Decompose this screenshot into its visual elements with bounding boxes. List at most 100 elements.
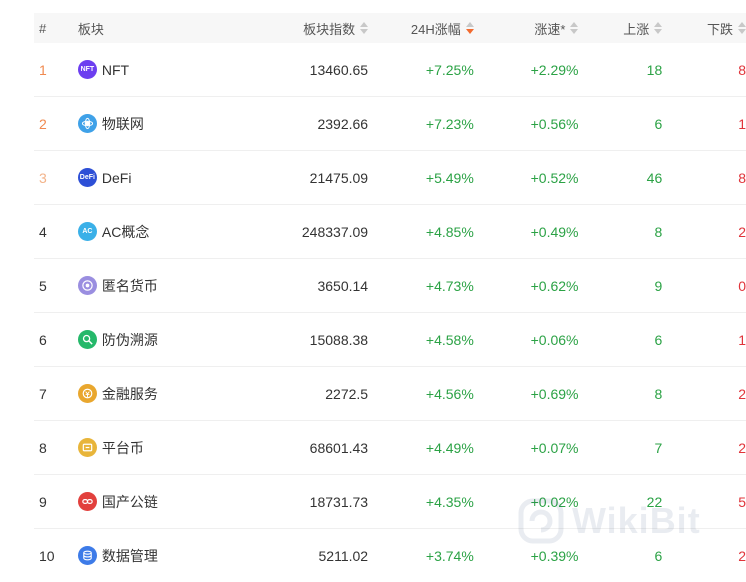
index-cell: 15088.38 <box>309 331 369 348</box>
change-cell: +4.49% <box>425 439 474 456</box>
sector-name[interactable]: 平台币 <box>102 438 144 458</box>
name-cell[interactable]: 匿名货币 <box>77 276 256 296</box>
table-row[interactable]: 6 防伪溯源 15088.38 +4.58% +0.06% 6 1 <box>34 313 746 367</box>
rank-cell: 8 <box>39 439 47 456</box>
sort-icon[interactable] <box>738 22 746 34</box>
rank-cell: 6 <box>39 331 47 348</box>
up-count-cell: 22 <box>646 493 663 510</box>
index-cell: 2392.66 <box>317 115 369 132</box>
header-speed[interactable]: 涨速* <box>474 19 579 38</box>
sort-icon[interactable] <box>654 22 663 34</box>
up-count-cell: 18 <box>646 61 663 78</box>
header-down-label: 下跌 <box>707 21 734 37</box>
change-cell: +5.49% <box>425 169 474 186</box>
icon-label: AC <box>82 228 93 235</box>
sort-icon[interactable] <box>570 22 579 34</box>
name-cell[interactable]: 金融服务 <box>77 384 256 404</box>
header-index[interactable]: 板块指数 <box>255 19 369 38</box>
down-count-cell: 2 <box>738 547 746 564</box>
down-count-cell: 8 <box>738 61 746 78</box>
change-cell: +4.73% <box>425 277 474 294</box>
table-row[interactable]: 1 NFT NFT 13460.65 +7.25% +2.29% 18 8 <box>34 43 746 97</box>
sort-icon[interactable] <box>360 22 369 34</box>
rank-cell: 4 <box>39 223 47 240</box>
name-cell[interactable]: 防伪溯源 <box>77 330 256 350</box>
change-cell: +4.58% <box>425 331 474 348</box>
table-body: 1 NFT NFT 13460.65 +7.25% +2.29% 18 8 2 物联网 2392.6… <box>34 43 746 582</box>
index-cell: 68601.43 <box>309 439 369 456</box>
table-row[interactable]: 3 DeFi DeFi 21475.09 +5.49% +0.52% 46 8 <box>34 151 746 205</box>
iot-icon <box>77 114 97 133</box>
up-count-cell: 6 <box>654 547 663 564</box>
name-cell[interactable]: DeFi DeFi <box>77 168 256 187</box>
header-down[interactable]: 下跌 <box>662 19 746 38</box>
index-cell: 3650.14 <box>317 277 369 294</box>
change-cell: +4.56% <box>425 385 474 402</box>
change-cell: +4.35% <box>425 493 474 510</box>
header-up[interactable]: 上涨 <box>578 19 663 38</box>
platform-coin-icon <box>77 438 97 457</box>
sector-table: # 板块 板块指数 24H涨幅 涨速* 上涨 下跌 1 NFT NFT 13460.6… <box>34 13 746 582</box>
sort-desc-active-icon[interactable] <box>465 22 474 34</box>
rank-cell: 5 <box>39 277 47 294</box>
header-rank: # <box>39 20 47 36</box>
up-count-cell: 6 <box>654 331 663 348</box>
table-row[interactable]: 8 平台币 68601.43 +4.49% +0.07% 7 2 <box>34 421 746 475</box>
sector-name[interactable]: 数据管理 <box>102 546 158 566</box>
sector-name[interactable]: 金融服务 <box>102 384 158 404</box>
table-row[interactable]: 2 物联网 2392.66 +7.23% +0.56% 6 1 <box>34 97 746 151</box>
down-count-cell: 1 <box>738 331 746 348</box>
index-cell: 18731.73 <box>309 493 369 510</box>
header-change[interactable]: 24H涨幅 <box>368 19 474 38</box>
sector-name[interactable]: AC概念 <box>102 222 149 242</box>
up-count-cell: 7 <box>654 439 663 456</box>
index-cell: 5211.02 <box>318 547 369 564</box>
table-row[interactable]: 7 金融服务 2272.5 +4.56% +0.69% 8 2 <box>34 367 746 421</box>
sector-name[interactable]: 匿名货币 <box>102 276 158 296</box>
change-cell: +4.85% <box>425 223 474 240</box>
speed-cell: +0.52% <box>530 169 579 186</box>
up-count-cell: 46 <box>646 169 663 186</box>
sector-name[interactable]: 国产公链 <box>102 492 158 512</box>
speed-cell: +0.69% <box>530 385 579 402</box>
finance-icon <box>77 384 97 403</box>
name-cell[interactable]: NFT NFT <box>77 60 256 79</box>
down-count-cell: 1 <box>738 115 746 132</box>
sector-name[interactable]: 物联网 <box>102 114 144 134</box>
speed-cell: +0.39% <box>530 547 579 564</box>
change-cell: +3.74% <box>425 547 474 564</box>
table-row[interactable]: 4 AC AC概念 248337.09 +4.85% +0.49% 8 2 <box>34 205 746 259</box>
down-count-cell: 0 <box>738 277 746 294</box>
up-count-cell: 8 <box>654 223 663 240</box>
up-count-cell: 6 <box>654 115 663 132</box>
change-cell: +7.25% <box>425 61 474 78</box>
data-management-icon <box>77 546 97 565</box>
down-count-cell: 8 <box>738 169 746 186</box>
header-change-label: 24H涨幅 <box>410 21 461 37</box>
name-cell[interactable]: 物联网 <box>77 114 256 134</box>
header-index-label: 板块指数 <box>303 21 356 37</box>
ac-icon: AC <box>77 222 97 241</box>
table-row[interactable]: 10 数据管理 5211.02 +3.74% +0.39% 6 2 <box>34 529 746 582</box>
name-cell[interactable]: 数据管理 <box>77 546 256 566</box>
change-cell: +7.23% <box>425 115 474 132</box>
speed-cell: +0.49% <box>530 223 579 240</box>
table-row[interactable]: 5 匿名货币 3650.14 +4.73% +0.62% 9 0 <box>34 259 746 313</box>
sector-name[interactable]: DeFi <box>102 170 132 186</box>
name-cell[interactable]: 国产公链 <box>77 492 256 512</box>
header-speed-label: 涨速* <box>534 21 566 37</box>
table-header: # 板块 板块指数 24H涨幅 涨速* 上涨 下跌 <box>34 13 746 43</box>
nft-icon: NFT <box>77 60 97 79</box>
sector-name[interactable]: 防伪溯源 <box>102 330 158 350</box>
rank-cell: 7 <box>39 385 47 402</box>
down-count-cell: 5 <box>738 493 746 510</box>
rank-cell: 1 <box>39 61 47 78</box>
name-cell[interactable]: AC AC概念 <box>77 222 256 242</box>
speed-cell: +2.29% <box>530 61 579 78</box>
sector-name[interactable]: NFT <box>102 62 129 78</box>
table-row[interactable]: 9 国产公链 18731.73 +4.35% +0.02% 22 5 <box>34 475 746 529</box>
rank-cell: 2 <box>39 115 47 132</box>
up-count-cell: 8 <box>654 385 663 402</box>
rank-cell: 3 <box>39 169 47 186</box>
name-cell[interactable]: 平台币 <box>77 438 256 458</box>
